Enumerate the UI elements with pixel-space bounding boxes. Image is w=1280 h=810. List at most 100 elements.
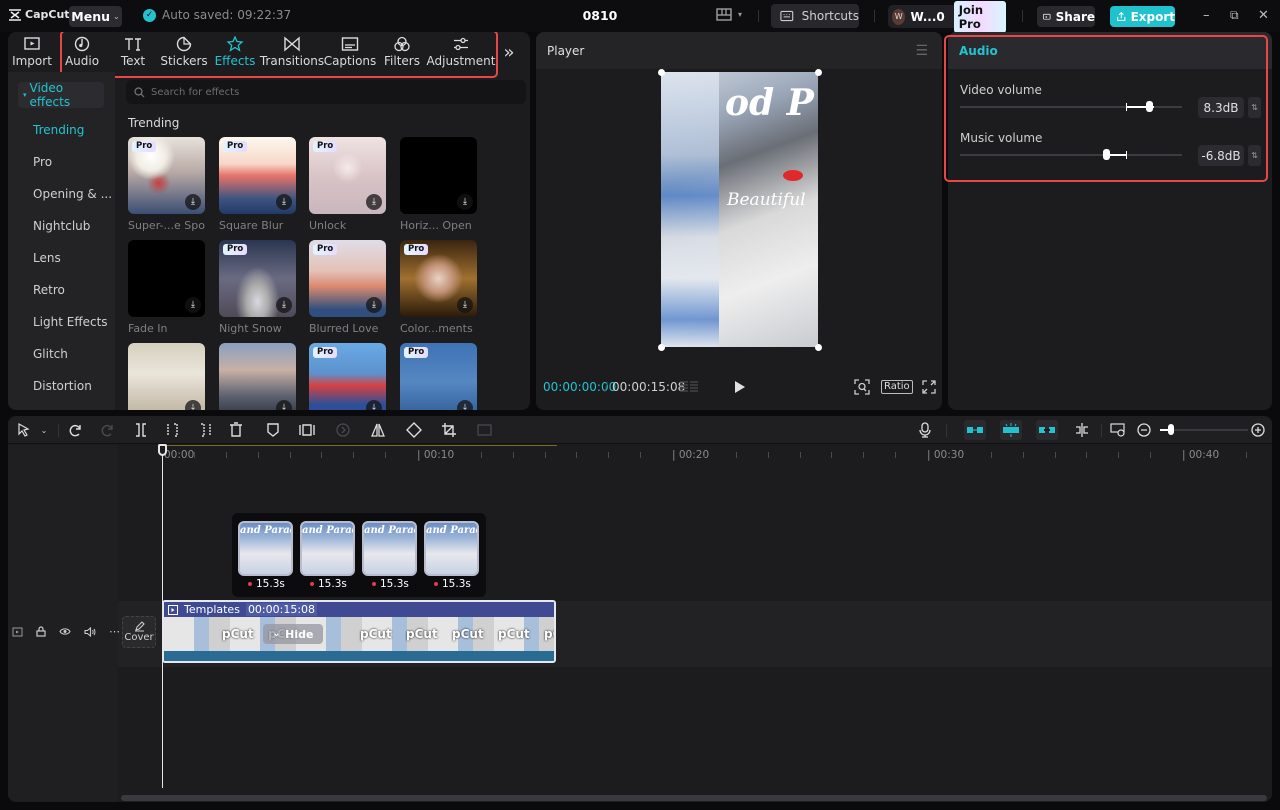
download-icon[interactable]: ⤓ [366, 400, 382, 410]
lock-icon[interactable] [36, 626, 46, 637]
music-volume-stepper[interactable]: ⇅ [1248, 145, 1261, 166]
menu-button[interactable]: Menu ⌄ [69, 6, 122, 27]
main-track-magnet-toggle[interactable] [964, 420, 986, 440]
tab-transitions[interactable]: Transitions [260, 32, 324, 72]
timeline-zoom-slider[interactable] [1160, 424, 1248, 435]
effect-card[interactable]: ⤓ Fade In [128, 240, 205, 335]
speaker-icon[interactable] [84, 626, 96, 637]
share-button[interactable]: Share [1037, 6, 1095, 27]
effect-card[interactable]: ⤓ Horiz... Open [400, 137, 477, 232]
ratio-button[interactable]: Ratio [881, 380, 913, 394]
eye-icon[interactable] [59, 627, 71, 636]
crop-icon[interactable] [441, 422, 457, 438]
effect-card[interactable]: Pro ⤓ Color...ments [400, 240, 477, 335]
linkage-toggle[interactable] [1036, 420, 1058, 440]
sidebar-item-trending[interactable]: Trending [8, 114, 115, 146]
video-volume-input[interactable]: 8.3dB [1198, 97, 1244, 118]
select-cursor-icon[interactable] [16, 422, 32, 438]
tab-effects[interactable]: Effects [210, 32, 260, 72]
audio-tab[interactable]: Audio [948, 32, 1272, 69]
restore-icon[interactable]: ⧉ [1230, 8, 1239, 23]
download-icon[interactable]: ⤓ [457, 194, 473, 210]
video-volume-stepper[interactable]: ⇅ [1248, 97, 1261, 118]
template-clip-thumbnail[interactable]: and Paradis [238, 521, 293, 576]
download-icon[interactable]: ⤓ [457, 400, 473, 410]
tab-filters[interactable]: Filters [376, 32, 428, 72]
layout-button[interactable]: ▾ [716, 8, 742, 21]
user-account[interactable]: W W...0 Join Pro [888, 0, 1006, 33]
slider-knob[interactable] [1103, 149, 1110, 160]
tab-text[interactable]: Text [108, 32, 158, 72]
more-tabs-button[interactable]: » [494, 32, 524, 72]
tab-import[interactable]: Import [8, 32, 56, 72]
music-volume-input[interactable]: -6.8dB [1198, 145, 1244, 166]
tab-audio[interactable]: Audio [56, 32, 108, 72]
freeze-icon[interactable] [299, 422, 315, 438]
effect-card[interactable]: Pro ⤓ Unlock [309, 137, 386, 232]
hide-button[interactable]: ⌄ Hide [263, 624, 323, 644]
chevron-down-icon[interactable]: ⌄ [36, 422, 52, 438]
template-clip-thumbnail[interactable]: and Paradis [424, 521, 479, 576]
download-icon[interactable]: ⤓ [457, 297, 473, 313]
download-icon[interactable]: ⤓ [276, 194, 292, 210]
effect-card[interactable]: ⤓ [219, 343, 296, 410]
resize-handle[interactable] [658, 69, 665, 76]
template-clip[interactable]: Templates 00:00:15:08 pCutpCutpCutpCutpC… [162, 600, 556, 663]
export-button[interactable]: Export [1110, 6, 1175, 27]
preview-axis-icon[interactable] [1074, 422, 1090, 438]
rotate-icon[interactable] [406, 422, 422, 438]
project-title[interactable]: 0810 [560, 8, 640, 23]
redo-icon[interactable] [100, 422, 116, 438]
microphone-icon[interactable] [917, 422, 933, 438]
effect-card[interactable]: Pro ⤓ Night Snow [219, 240, 296, 335]
tab-stickers[interactable]: Stickers [158, 32, 210, 72]
play-circle-icon[interactable] [335, 422, 351, 438]
video-effects-category[interactable]: ▾ Video effects [18, 81, 104, 109]
sidebar-item-glitch[interactable]: Glitch [8, 338, 115, 370]
zoom-to-fit-icon[interactable] [1110, 422, 1126, 438]
fullscreen-icon[interactable] [922, 380, 936, 394]
auto-snap-toggle[interactable] [1000, 420, 1022, 440]
cover-button[interactable]: Cover [122, 616, 156, 648]
delete-right-icon[interactable] [197, 422, 213, 438]
sidebar-item-pro[interactable]: Pro [8, 146, 115, 178]
close-icon[interactable]: ✕ [1258, 8, 1269, 23]
download-icon[interactable]: ⤓ [185, 297, 201, 313]
shortcuts-button[interactable]: Shortcuts [771, 4, 859, 28]
effect-card[interactable]: ⤓ [128, 343, 205, 410]
video-preview[interactable]: od P Beautiful [661, 72, 818, 347]
effect-card[interactable]: Pro ⤓ Super-...e Spot [128, 137, 205, 232]
tab-adjustment[interactable]: Adjustment [427, 32, 495, 72]
download-icon[interactable]: ⤓ [366, 194, 382, 210]
delete-icon[interactable] [228, 422, 244, 438]
join-pro-button[interactable]: Join Pro [953, 0, 1006, 33]
playhead-line[interactable] [162, 446, 163, 788]
frame-grid-icon[interactable] [679, 380, 699, 394]
download-icon[interactable]: ⤓ [276, 297, 292, 313]
caption-edit-icon[interactable] [477, 422, 493, 438]
undo-icon[interactable] [68, 422, 84, 438]
sidebar-item-retro[interactable]: Retro [8, 274, 115, 306]
download-icon[interactable]: ⤓ [276, 400, 292, 410]
marker-icon[interactable] [265, 422, 281, 438]
resize-handle[interactable] [658, 344, 665, 351]
play-icon[interactable] [734, 380, 746, 394]
sidebar-item-light-effects[interactable]: Light Effects [8, 306, 115, 338]
zoom-in-icon[interactable] [1250, 422, 1266, 438]
video-volume-slider[interactable] [960, 101, 1182, 112]
effect-card[interactable]: Pro ⤓ [400, 343, 477, 410]
sidebar-item-opening[interactable]: Opening & ... [8, 178, 115, 210]
effect-card[interactable]: Pro ⤓ Square Blur [219, 137, 296, 232]
template-clip-thumbnail[interactable]: and Paradis [362, 521, 417, 576]
sidebar-item-lens[interactable]: Lens [8, 242, 115, 274]
zoom-fit-icon[interactable] [854, 379, 870, 395]
download-icon[interactable]: ⤓ [366, 297, 382, 313]
mirror-icon[interactable] [370, 422, 386, 438]
download-icon[interactable]: ⤓ [185, 400, 201, 410]
zoom-slider-knob[interactable] [1168, 424, 1175, 435]
sidebar-item-nightclub[interactable]: Nightclub [8, 210, 115, 242]
minimize-icon[interactable]: – [1203, 8, 1210, 23]
more-options-icon[interactable]: ⋯ [109, 625, 120, 638]
split-icon[interactable] [133, 422, 149, 438]
resize-handle[interactable] [815, 344, 822, 351]
